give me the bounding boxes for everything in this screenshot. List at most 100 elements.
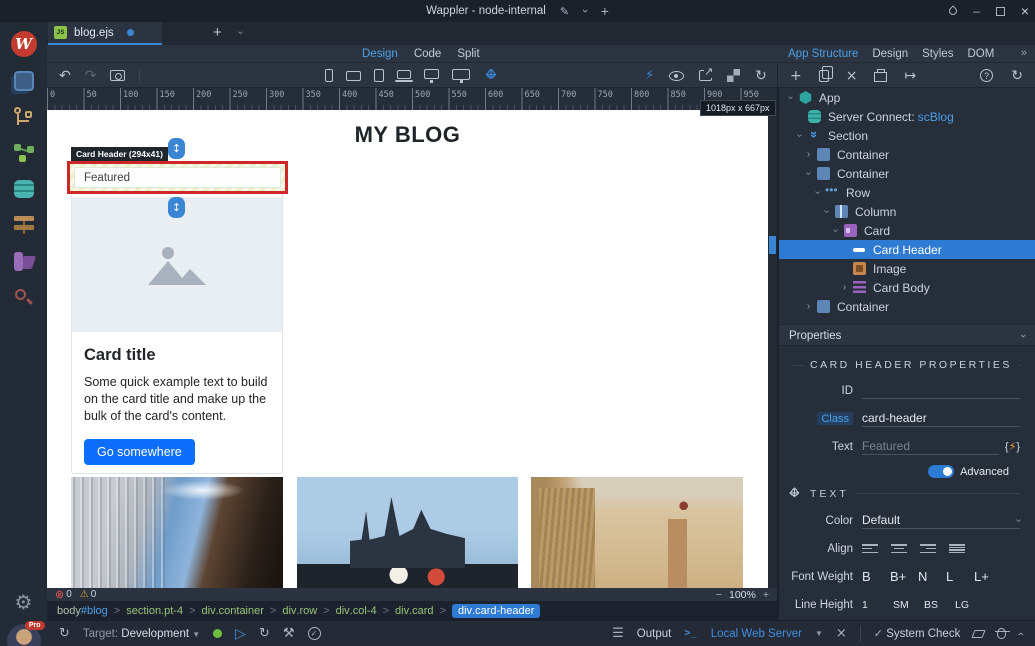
redo-icon[interactable]: ↷ [85, 68, 97, 84]
tree-node-container[interactable]: ›Container [779, 164, 1035, 183]
tab-code[interactable]: Code [414, 48, 442, 60]
modified-dot-icon[interactable] [127, 29, 134, 36]
database-icon[interactable] [14, 180, 34, 198]
tree-chevron-icon[interactable]: › [802, 149, 815, 160]
card-text[interactable]: Some quick example text to build on the … [84, 374, 272, 425]
tree-chevron-icon[interactable]: › [830, 224, 841, 237]
phone-preview-icon[interactable] [325, 69, 333, 82]
pages-icon[interactable] [14, 71, 34, 91]
breadcrumb-segment[interactable]: div.row [282, 605, 317, 617]
stop-server-icon[interactable]: × [836, 626, 847, 641]
scrollbar-thumb[interactable] [769, 236, 776, 254]
tree-chevron-icon[interactable]: › [812, 186, 823, 199]
tree-node-container[interactable]: ›Container [779, 297, 1035, 316]
tab-design[interactable]: Design [362, 48, 398, 60]
dynamic-data-bolt-icon[interactable]: ⚡ [645, 68, 654, 83]
tab-list-chevron-icon[interactable]: › [235, 31, 246, 34]
tree-node-card-header[interactable]: Card Header [779, 240, 1035, 259]
sync-target-icon[interactable]: ↻ [59, 626, 70, 641]
panel-tabs-more-icon[interactable]: » [1021, 47, 1027, 59]
text-input[interactable]: Featured [862, 438, 999, 455]
breadcrumb-segment[interactable]: div.container [202, 605, 264, 617]
tree-chevron-icon[interactable]: › [803, 167, 814, 180]
open-in-browser-icon[interactable] [699, 70, 712, 81]
restart-server-icon[interactable]: ↻ [259, 626, 270, 641]
tree-node-row[interactable]: ›Row [779, 183, 1035, 202]
tab-dom[interactable]: DOM [967, 48, 994, 60]
font-weight-option[interactable]: B [862, 569, 890, 584]
breadcrumb-segment[interactable]: div.card [395, 605, 434, 617]
delete-element-icon[interactable]: × [846, 68, 858, 84]
design-canvas[interactable]: MY BLOG Card Header (294x41) ↕ Card titl… [47, 110, 768, 588]
help-icon[interactable]: ? [980, 69, 993, 82]
error-icon[interactable]: ⊗ [55, 588, 64, 601]
new-tab-button[interactable]: + [213, 24, 222, 41]
warning-icon[interactable]: ⚠ [80, 589, 89, 600]
large-desktop-preview-icon[interactable] [452, 69, 470, 80]
tree-chevron-icon[interactable]: › [838, 282, 851, 293]
clear-eraser-icon[interactable] [972, 630, 986, 638]
free-resize-icon[interactable] [483, 68, 499, 84]
align-left-icon[interactable] [862, 543, 878, 554]
tab-app-structure[interactable]: App Structure [788, 48, 858, 60]
tab-blog-ejs[interactable]: JS blog.ejs [48, 22, 162, 45]
drag-section-icon[interactable] [787, 486, 802, 501]
class-input[interactable]: card-header [862, 410, 1020, 427]
tab-styles[interactable]: Styles [922, 48, 953, 60]
add-element-icon[interactable]: + [790, 68, 802, 84]
color-select[interactable]: Default › [862, 512, 1020, 529]
target-value[interactable]: Development [121, 628, 189, 640]
canvas-scrollbar[interactable] [768, 110, 777, 588]
edit-title-icon[interactable]: ✎ [560, 5, 569, 18]
tree-node-section[interactable]: ›Section [779, 126, 1035, 145]
server-dropdown-chevron-icon[interactable]: ▼ [815, 629, 823, 638]
breadcrumb-segment[interactable]: div.card-header [452, 604, 540, 618]
archive-icon[interactable] [874, 72, 887, 82]
duplicate-icon[interactable] [819, 70, 829, 82]
workflows-icon[interactable] [14, 144, 34, 162]
tree-node-image[interactable]: Image [779, 259, 1035, 278]
preview-eye-icon[interactable] [669, 71, 684, 81]
tree-node-server-connect-[interactable]: Server Connect:scBlog [779, 107, 1035, 126]
refresh-canvas-icon[interactable]: ↻ [755, 68, 767, 84]
settings-gear-icon[interactable]: ⚙ [15, 590, 33, 614]
run-play-icon[interactable]: ▷ [235, 626, 246, 642]
align-center-icon[interactable] [891, 543, 907, 554]
class-label-chip[interactable]: Class [817, 412, 853, 425]
font-weight-option[interactable]: L+ [974, 569, 1002, 584]
align-justify-icon[interactable] [949, 543, 965, 554]
maximize-button[interactable] [996, 7, 1005, 16]
drag-handle-bottom[interactable]: ↕ [168, 197, 185, 218]
go-somewhere-button[interactable]: Go somewhere [84, 439, 195, 465]
theme-droplet-icon[interactable] [947, 5, 958, 16]
tablet-portrait-preview-icon[interactable] [374, 69, 384, 82]
laptop-preview-icon[interactable] [397, 70, 411, 79]
font-weight-option[interactable]: N [918, 569, 946, 584]
tab-split[interactable]: Split [457, 48, 479, 60]
screenshot-camera-icon[interactable] [110, 70, 125, 81]
card-header-text[interactable]: Featured [74, 167, 281, 188]
line-height-option[interactable]: 1 [862, 599, 893, 611]
properties-header[interactable]: Properties › [779, 326, 1035, 346]
tree-node-card-body[interactable]: ›Card Body [779, 278, 1035, 297]
debug-bug-icon[interactable] [997, 628, 1006, 639]
refresh-structure-icon[interactable]: ↻ [1011, 68, 1023, 84]
line-height-option[interactable]: SM [893, 599, 924, 611]
dynamic-binding-icon[interactable]: {⚡} [1005, 440, 1020, 453]
search-icon[interactable] [15, 289, 33, 307]
card-body[interactable]: Card title Some quick example text to bu… [72, 332, 282, 465]
routes-icon[interactable] [14, 216, 34, 234]
new-project-icon[interactable]: + [601, 3, 609, 19]
breadcrumb-segment[interactable]: div.col-4 [336, 605, 377, 617]
close-button[interactable]: × [1021, 5, 1029, 17]
tree-chevron-icon[interactable]: › [802, 301, 815, 312]
tablet-landscape-preview-icon[interactable] [346, 71, 361, 81]
chevron-down-icon[interactable]: › [579, 9, 591, 13]
local-web-server-label[interactable]: Local Web Server [711, 628, 802, 640]
breadcrumb-segment[interactable]: body#blog [57, 605, 108, 617]
breadcrumb-segment[interactable]: section.pt-4 [126, 605, 183, 617]
tree-chevron-icon[interactable]: › [794, 129, 805, 142]
tree-node-container[interactable]: ›Container [779, 145, 1035, 164]
tab-panel-design[interactable]: Design [872, 48, 908, 60]
wappler-logo-icon[interactable]: W [11, 31, 37, 57]
